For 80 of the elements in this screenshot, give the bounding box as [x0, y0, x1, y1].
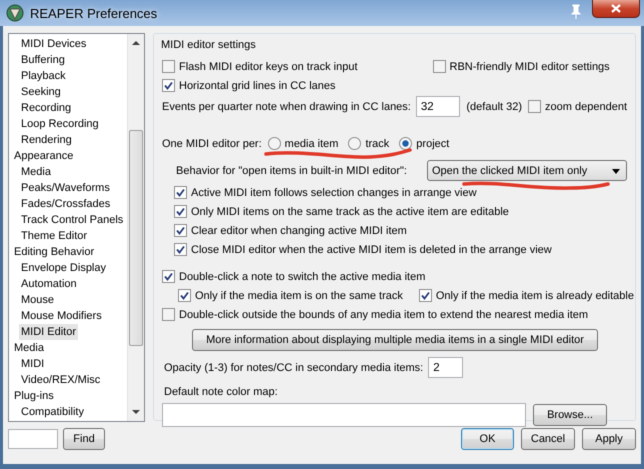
checkbox-label: RBN-friendly MIDI editor settings: [450, 60, 610, 72]
tree-item[interactable]: Playback: [19, 68, 68, 84]
scrollbar[interactable]: [127, 34, 144, 421]
tree-item[interactable]: Seeking: [19, 84, 63, 100]
checkbox-label: Only if the media item is on the same track: [195, 290, 403, 302]
dropdown[interactable]: Open the clicked MIDI item only: [426, 160, 627, 181]
tree-item[interactable]: Rendering: [19, 132, 74, 148]
tree-item[interactable]: Mouse: [19, 292, 56, 308]
checkbox[interactable]: [162, 60, 175, 73]
browse-button[interactable]: Browse...: [533, 404, 607, 426]
checkbox-label: zoom dependent: [545, 100, 627, 112]
radio-label: project: [416, 138, 450, 150]
tree-item[interactable]: Plug-ins: [12, 388, 56, 404]
tree-item[interactable]: MIDI Devices: [19, 36, 88, 52]
checkbox-label: Double-click a note to switch the active media item: [179, 270, 426, 282]
default-note: (default 32): [466, 100, 522, 112]
group-title: MIDI editor settings: [161, 39, 257, 53]
checkbox[interactable]: [174, 186, 187, 199]
field-label: Default note color map:: [164, 386, 278, 398]
checkbox[interactable]: [528, 100, 542, 113]
tree-item[interactable]: Appearance: [12, 148, 76, 164]
tree-item[interactable]: Envelope Display: [19, 260, 108, 276]
close-button[interactable]: [592, 0, 640, 18]
tree-item[interactable]: Fades/Crossfades: [19, 196, 112, 212]
radio-button[interactable]: [348, 137, 362, 150]
checkbox-label: Flash MIDI editor keys on track input: [179, 60, 358, 72]
tree-item[interactable]: Theme Editor: [19, 228, 90, 244]
checkbox[interactable]: [162, 79, 175, 92]
tree-item[interactable]: Mouse Modifiers: [19, 308, 104, 324]
scroll-down-icon[interactable]: [131, 407, 141, 417]
checkbox[interactable]: [162, 308, 175, 321]
tree-item[interactable]: Track Control Panels: [19, 212, 126, 228]
find-button[interactable]: Find: [63, 428, 105, 450]
tree-item[interactable]: Compatibility: [19, 404, 86, 420]
tree-item[interactable]: Loop Recording: [19, 116, 101, 132]
radio-label: media item: [284, 138, 338, 150]
radio-button[interactable]: [268, 137, 281, 150]
tree-item[interactable]: Media: [12, 340, 46, 356]
tree-item[interactable]: Media: [19, 164, 53, 180]
tree-item[interactable]: Recording: [19, 100, 74, 116]
tree-item[interactable]: MIDI: [19, 356, 46, 372]
checkbox[interactable]: [174, 224, 187, 237]
dropdown-label: Behavior for "open items in built-in MIDI editor":: [176, 164, 407, 176]
tree-item[interactable]: MIDI Editor: [19, 324, 78, 340]
info-button[interactable]: More information about displaying multiple media items in a single MIDI editor: [192, 329, 598, 351]
file-path-field[interactable]: [162, 403, 526, 427]
radio-group-label: One MIDI editor per:: [162, 138, 262, 150]
number-field[interactable]: 32: [416, 96, 460, 117]
tree-item[interactable]: Editing Behavior: [12, 244, 96, 260]
app-logo-icon: [6, 4, 24, 22]
checkbox[interactable]: [418, 289, 432, 302]
field-label: Opacity (1-3) for notes/CC in secondary media items:: [164, 362, 424, 374]
dropdown-arrow-icon: [612, 168, 620, 174]
checkbox-label: Close MIDI editor when the active MIDI item is deleted in the arrange view: [191, 244, 552, 256]
tree-item[interactable]: Buffering: [19, 52, 67, 68]
checkbox-label: Double-click outside the bounds of any media item to extend the nearest media item: [179, 308, 588, 320]
scroll-up-icon[interactable]: [131, 38, 141, 48]
checkbox-label: Only MIDI items on the same track as the active item are editable: [191, 206, 509, 218]
checkbox-label: Horizontal grid lines in CC lanes: [179, 80, 336, 92]
close-icon: [611, 4, 621, 13]
number-field[interactable]: 2: [428, 357, 464, 378]
window-title: REAPER Preferences: [30, 6, 158, 20]
radio-button[interactable]: [399, 137, 412, 150]
radio-label: track: [365, 138, 390, 150]
dialog-button[interactable]: Cancel: [521, 428, 575, 450]
find-field[interactable]: [8, 429, 58, 449]
checkbox[interactable]: [174, 243, 187, 256]
checkbox-label: Clear editor when changing active MIDI item: [191, 224, 407, 236]
checkbox-label: Only if the media item is already editable: [436, 290, 634, 302]
tree-item[interactable]: Automation: [19, 276, 79, 292]
field-label: Events per quarter note when drawing in CC lanes:: [162, 100, 411, 112]
checkbox[interactable]: [174, 205, 187, 218]
checkbox-label: Active MIDI item follows selection changes in arrange view: [191, 186, 477, 198]
checkbox[interactable]: [162, 270, 175, 283]
checkbox[interactable]: [178, 289, 191, 302]
tree-item[interactable]: Video/REX/Misc: [19, 372, 102, 388]
tree-item[interactable]: Peaks/Waveforms: [19, 180, 112, 196]
dialog-button[interactable]: OK: [461, 428, 514, 450]
checkbox[interactable]: [432, 60, 446, 73]
dialog-button[interactable]: Apply: [582, 428, 636, 450]
